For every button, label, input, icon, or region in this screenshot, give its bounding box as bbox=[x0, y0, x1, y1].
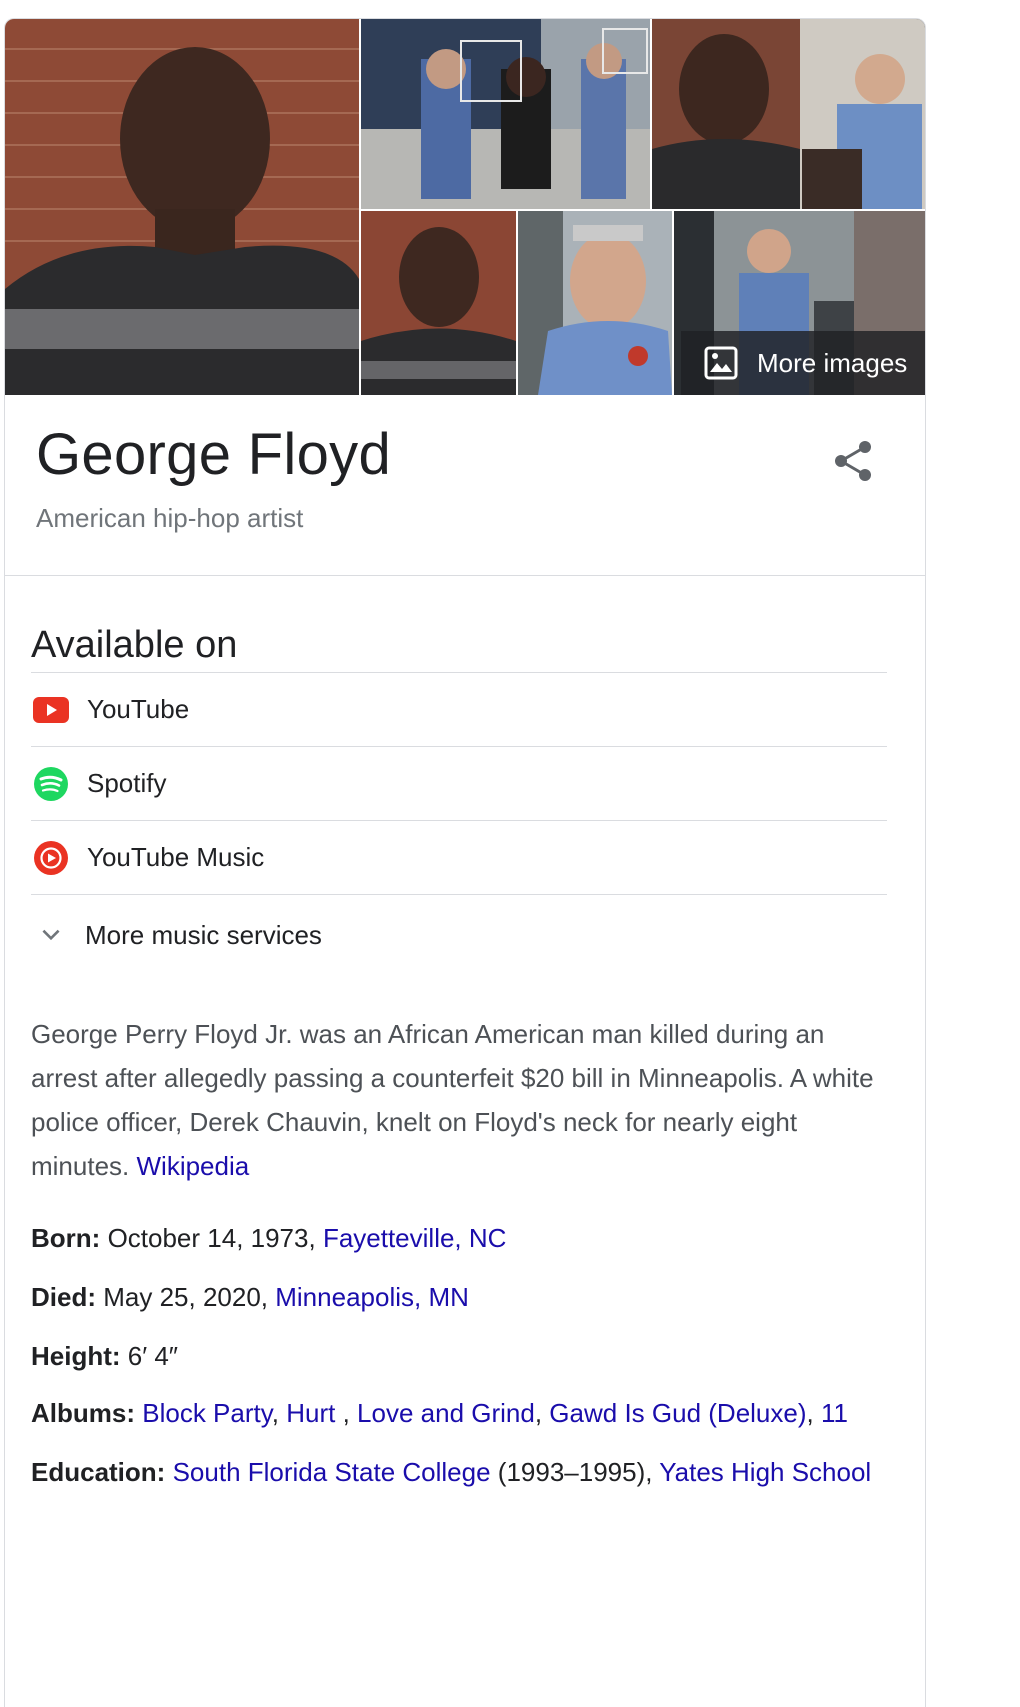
fact-label: Born: bbox=[31, 1223, 101, 1253]
more-images-label: More images bbox=[757, 347, 908, 378]
music-services-list: YouTube Spotify YouTube Music More music… bbox=[31, 672, 887, 975]
wikipedia-link[interactable]: Wikipedia bbox=[137, 1151, 250, 1181]
album-link[interactable]: Block Party bbox=[142, 1398, 272, 1428]
officer-photo[interactable] bbox=[518, 211, 672, 395]
entity-header: George Floyd American hip-hop artist bbox=[5, 395, 925, 576]
fact-label: Albums: bbox=[31, 1398, 135, 1428]
image-collage: More images bbox=[5, 19, 925, 395]
youtube-icon bbox=[31, 690, 71, 730]
service-label: Spotify bbox=[87, 768, 167, 798]
service-label: YouTube bbox=[87, 694, 190, 724]
service-youtube-music[interactable]: YouTube Music bbox=[31, 820, 887, 894]
portrait-photo[interactable] bbox=[361, 211, 516, 395]
spotify-icon bbox=[31, 764, 71, 804]
arrest-photo[interactable] bbox=[361, 19, 650, 209]
entity-subtitle: American hip-hop artist bbox=[36, 503, 304, 533]
main-photo[interactable] bbox=[5, 19, 359, 395]
entity-title: George Floyd bbox=[36, 422, 391, 487]
fact-label: Died: bbox=[31, 1282, 96, 1312]
fact-value: May 25, 2020, bbox=[103, 1282, 269, 1312]
separator: , bbox=[534, 1398, 550, 1428]
image-icon bbox=[703, 345, 739, 381]
fact-died: Died: May 25, 2020, Minneapolis, MN bbox=[31, 1282, 901, 1312]
service-youtube[interactable]: YouTube bbox=[31, 672, 887, 746]
separator: , bbox=[271, 1398, 287, 1428]
split-photo[interactable] bbox=[652, 19, 925, 209]
education-link[interactable]: Yates High School bbox=[659, 1457, 871, 1487]
fact-value: 6′ 4″ bbox=[127, 1341, 179, 1371]
separator: , bbox=[342, 1398, 358, 1428]
album-link[interactable]: Hurt bbox=[286, 1398, 342, 1428]
fact-value: (1993–1995), bbox=[497, 1457, 653, 1487]
share-button[interactable] bbox=[827, 435, 879, 487]
album-link[interactable]: 11 bbox=[821, 1398, 848, 1428]
service-label: YouTube Music bbox=[87, 842, 265, 872]
fact-born: Born: October 14, 1973, Fayetteville, NC bbox=[31, 1223, 901, 1253]
more-music-services-button[interactable]: More music services bbox=[31, 894, 887, 975]
separator: , bbox=[806, 1398, 821, 1428]
fact-value: October 14, 1973, bbox=[107, 1223, 316, 1253]
album-link[interactable]: Love and Grind bbox=[357, 1398, 535, 1428]
more-music-services-label: More music services bbox=[85, 919, 322, 950]
fact-height: Height: 6′ 4″ bbox=[31, 1341, 901, 1371]
more-images-button[interactable]: More images bbox=[681, 331, 925, 395]
available-on-heading: Available on bbox=[31, 624, 238, 666]
entity-description: George Perry Floyd Jr. was an African Am… bbox=[31, 1012, 881, 1188]
education-link[interactable]: South Florida State College bbox=[173, 1457, 491, 1487]
chevron-down-icon bbox=[31, 915, 71, 955]
died-place-link[interactable]: Minneapolis, MN bbox=[275, 1282, 469, 1312]
youtube-music-icon bbox=[31, 838, 71, 878]
album-link[interactable]: Gawd Is Gud (Deluxe) bbox=[549, 1398, 806, 1428]
fact-label: Height: bbox=[31, 1341, 121, 1371]
fact-label: Education: bbox=[31, 1457, 166, 1487]
fact-albums: Albums: Block Party, Hurt , Love and Gri… bbox=[31, 1398, 901, 1428]
share-icon bbox=[827, 441, 879, 491]
born-place-link[interactable]: Fayetteville, NC bbox=[323, 1223, 507, 1253]
service-spotify[interactable]: Spotify bbox=[31, 746, 887, 820]
fact-education: Education: South Florida State College (… bbox=[31, 1457, 901, 1487]
